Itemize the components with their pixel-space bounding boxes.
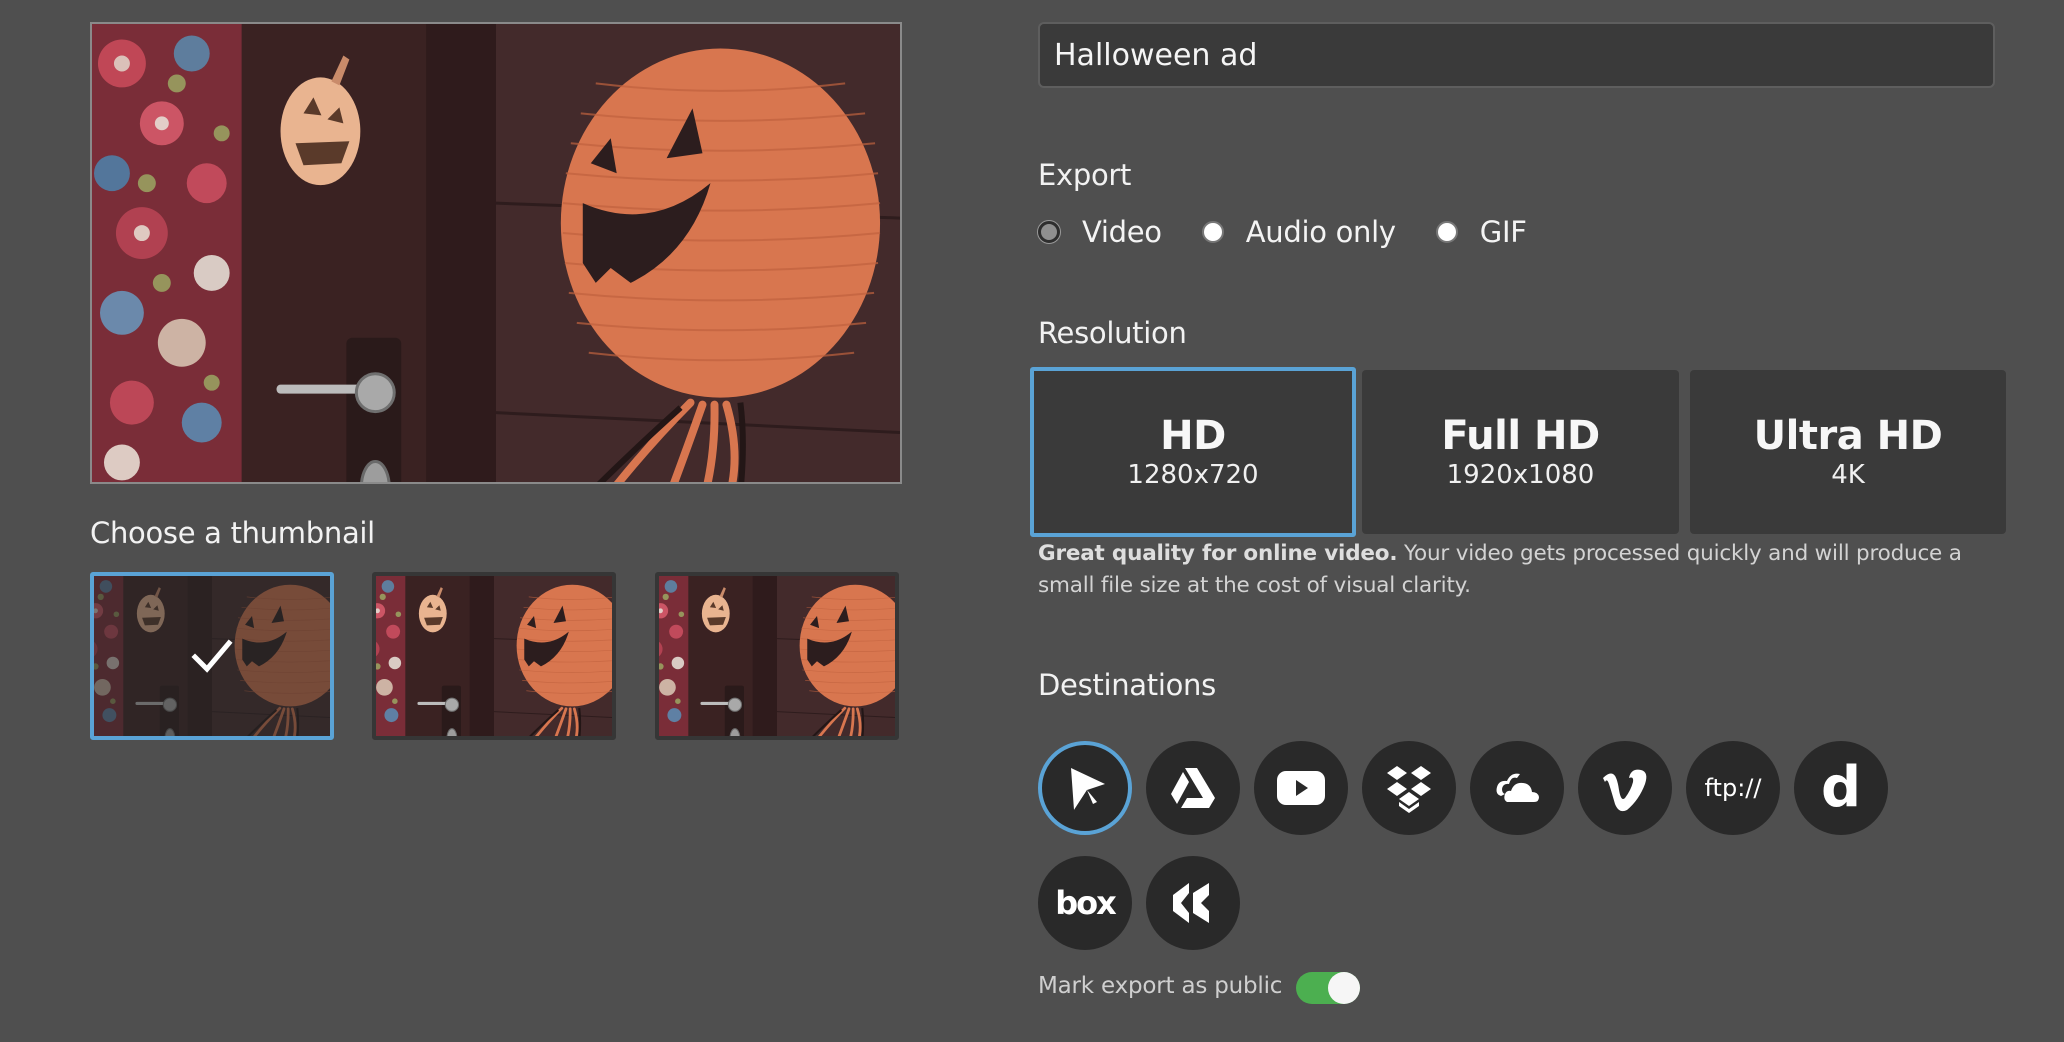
export-option-gif[interactable]: GIF: [1435, 215, 1527, 249]
paper-plane-icon: [1071, 768, 1105, 810]
export-type-radio-group: Video Audio only GIF: [1038, 212, 1567, 252]
box-icon: box: [1055, 884, 1117, 922]
dropbox-icon: [1387, 766, 1431, 813]
vimeo-icon: [1603, 769, 1647, 812]
video-preview: [90, 22, 902, 484]
destinations-label: Destinations: [1038, 668, 1216, 702]
resolution-detail: 4K: [1831, 460, 1865, 490]
resolution-name: HD: [1160, 413, 1226, 459]
destination-dailymotion[interactable]: d: [1794, 741, 1888, 835]
resolution-detail: 1280x720: [1127, 460, 1259, 490]
thumbnail-option-3[interactable]: [655, 572, 899, 740]
export-option-video[interactable]: Video: [1038, 215, 1162, 249]
thumbnail-section-title: Choose a thumbnail: [90, 516, 375, 550]
destination-google-drive[interactable]: [1146, 741, 1240, 835]
resolution-description: Great quality for online video. Your vid…: [1038, 538, 2008, 602]
destination-ftp[interactable]: ftp://: [1686, 741, 1780, 835]
resolution-name: Ultra HD: [1753, 413, 1943, 459]
resolution-detail: 1920x1080: [1446, 460, 1595, 490]
thumbnail-option-1[interactable]: [90, 572, 334, 740]
resolution-option-hd[interactable]: HD 1280x720: [1030, 367, 1356, 537]
thumbnail-image: [376, 576, 612, 736]
destination-box[interactable]: box: [1038, 856, 1132, 950]
export-option-audio-only[interactable]: Audio only: [1201, 215, 1396, 249]
radio-unchecked-icon[interactable]: [1435, 221, 1458, 243]
resolution-label: Resolution: [1038, 316, 1187, 350]
radio-unchecked-icon[interactable]: [1201, 221, 1224, 243]
checkmark-icon: [191, 639, 233, 673]
preview-image: [92, 24, 900, 482]
mark-public-label: Mark export as public: [1038, 973, 1283, 999]
kaltura-icon: [1173, 883, 1209, 923]
export-label: Export: [1038, 158, 1132, 192]
radio-label: GIF: [1479, 215, 1527, 249]
youtube-icon: [1277, 771, 1325, 805]
destination-kaltura[interactable]: [1146, 856, 1240, 950]
destination-dropbox[interactable]: [1362, 741, 1456, 835]
dailymotion-icon: d: [1820, 755, 1862, 820]
toggle-knob[interactable]: [1328, 972, 1360, 1004]
destination-vimeo[interactable]: [1578, 741, 1672, 835]
resolution-description-bold: Great quality for online video.: [1038, 541, 1398, 566]
radio-label: Audio only: [1245, 215, 1396, 249]
destination-onedrive[interactable]: [1470, 741, 1564, 835]
thumbnail-option-2[interactable]: [372, 572, 616, 740]
radio-checked-icon[interactable]: [1038, 221, 1060, 243]
mark-public-toggle[interactable]: [1296, 972, 1360, 1004]
export-title-input[interactable]: [1038, 22, 1995, 88]
thumbnail-image: [659, 576, 895, 736]
resolution-name: Full HD: [1441, 413, 1600, 459]
resolution-option-ultra-hd[interactable]: Ultra HD 4K: [1690, 370, 2006, 534]
google-drive-icon: [1171, 768, 1215, 808]
onedrive-icon: [1496, 773, 1539, 802]
radio-label: Video: [1082, 215, 1162, 249]
destination-wideo[interactable]: [1038, 741, 1132, 835]
destination-youtube[interactable]: [1254, 741, 1348, 835]
ftp-icon: ftp://: [1704, 774, 1762, 802]
resolution-option-full-hd[interactable]: Full HD 1920x1080: [1362, 370, 1679, 534]
